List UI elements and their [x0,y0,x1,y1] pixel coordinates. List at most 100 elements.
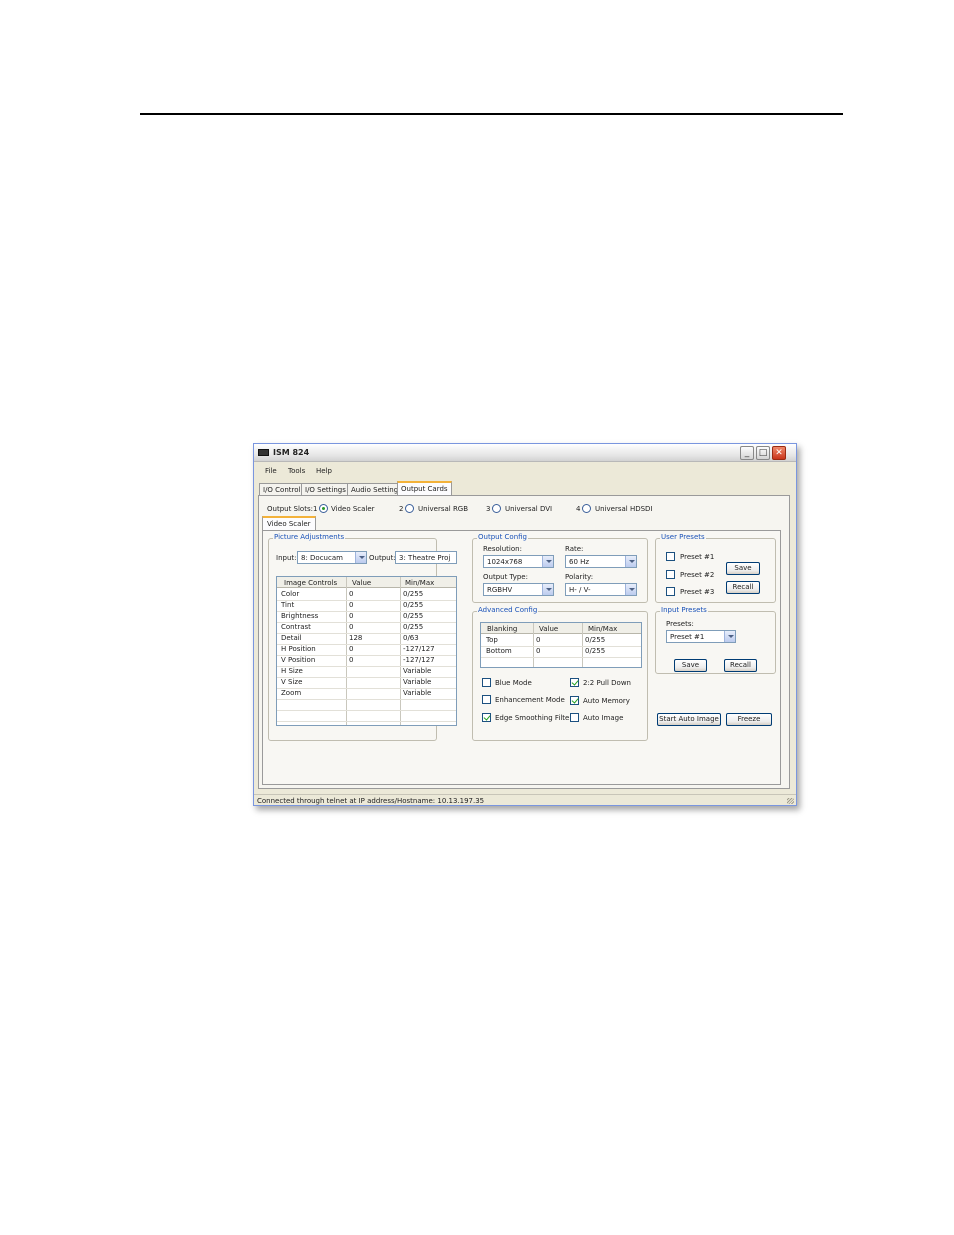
row-top-name: Top [486,636,498,644]
enhancement-mode-checkbox[interactable] [482,695,491,704]
row-tint-value[interactable]: 0 [349,601,353,609]
row-detail-value[interactable]: 128 [349,634,362,642]
row-top-value[interactable]: 0 [536,636,540,644]
menu-tools[interactable]: Tools [288,467,305,475]
column-header-min-max: Min/Max [405,579,435,587]
user-presets-recall-button[interactable]: Recall [726,581,760,594]
preset-2-checkbox[interactable] [666,570,675,579]
slot-1-radio[interactable] [319,504,328,513]
blue-mode-checkbox[interactable] [482,678,491,687]
output-type-select-value: RGBHV [487,586,513,594]
preset-1-label: Preset #1 [680,553,715,561]
slot-3-radio[interactable] [492,504,501,513]
tab-io-control[interactable]: I/O Control [259,483,305,495]
input-preset-select[interactable]: Preset #1 [666,630,736,643]
column-header-value: Value [539,625,559,633]
row-h-position-value[interactable]: 0 [349,645,353,653]
row-bottom-name: Bottom [486,647,512,655]
video-scaler-panel: Picture Adjustments Input: 8: Docucam Ou… [262,530,781,785]
row-h-size-name: H Size [281,667,303,675]
input-presets-title: Input Presets [660,606,708,614]
input-presets-group: Input Presets Presets: Preset #1 Save Re… [655,606,776,674]
ism824-window: ISM 824 _ □ ✕ File Tools Help I/O Contro… [253,443,797,806]
slot-2-radio[interactable] [405,504,414,513]
slot-1-number: 1 [313,505,318,513]
chevron-down-icon [724,631,735,642]
tab-video-scaler[interactable]: Video Scaler [262,516,316,530]
slot-3-number: 3 [486,505,491,513]
column-header-image-controls: Image Controls [284,579,338,587]
slot-4-label: Universal HDSDI [595,505,653,513]
rate-select-value: 60 Hz [569,558,590,566]
auto-image-checkbox[interactable] [570,713,579,722]
polarity-select-value: H- / V- [569,586,591,594]
output-field[interactable]: 3: Theatre Proj [395,551,457,564]
preset-3-label: Preset #3 [680,588,715,596]
resize-grip-icon[interactable] [787,798,794,804]
row-divider [277,710,456,711]
page-header-rule [140,113,843,115]
row-detail-range: 0/63 [403,634,419,642]
maximize-button[interactable]: □ [756,446,770,460]
row-color-value[interactable]: 0 [349,590,353,598]
preset-1-checkbox[interactable] [666,552,675,561]
output-slots-label: Output Slots: [267,505,313,513]
start-auto-image-button[interactable]: Start Auto Image [657,713,721,726]
preset-3-checkbox[interactable] [666,587,675,596]
tab-output-cards[interactable]: Output Cards [397,481,452,496]
row-top-range: 0/255 [585,636,606,644]
row-v-position-range: -127/127 [403,656,435,664]
row-color-range: 0/255 [403,590,424,598]
row-divider [277,699,456,700]
slot-2-label: Universal RGB [418,505,469,513]
input-presets-recall-button[interactable]: Recall [724,659,757,672]
row-contrast-value[interactable]: 0 [349,623,353,631]
auto-image-label: Auto Image [583,714,624,722]
row-v-position-value[interactable]: 0 [349,656,353,664]
pull-down-checkbox[interactable] [570,678,579,687]
pull-down-label: 2:2 Pull Down [583,679,631,687]
row-contrast-range: 0/255 [403,623,424,631]
menu-bar: File Tools Help [254,463,796,478]
advanced-config-group: Advanced Config Blanking Value Min/Max T… [472,606,648,741]
column-header-blanking: Blanking [487,625,518,633]
row-h-position-range: -127/127 [403,645,435,653]
row-v-size-name: V Size [281,678,303,686]
blanking-grid: Blanking Value Min/Max Top 0 0/255 Botto… [480,622,642,668]
output-type-select[interactable]: RGBHV [483,583,554,596]
freeze-button[interactable]: Freeze [726,713,772,726]
image-controls-grid: Image Controls Value Min/Max Color 0 0/2… [276,576,457,726]
row-detail-name: Detail [281,634,302,642]
row-brightness-value[interactable]: 0 [349,612,353,620]
menu-help[interactable]: Help [316,467,332,475]
rate-label: Rate: [565,545,584,553]
row-divider [277,633,456,634]
tab-io-settings[interactable]: I/O Settings [301,483,350,495]
row-bottom-value[interactable]: 0 [536,647,540,655]
row-color-name: Color [281,590,300,598]
minimize-button[interactable]: _ [740,446,754,460]
close-button[interactable]: ✕ [772,446,786,460]
menu-file[interactable]: File [265,467,277,475]
title-bar[interactable]: ISM 824 _ □ ✕ [254,444,796,462]
input-select[interactable]: 8: Docucam [297,551,367,564]
input-select-value: 8: Docucam [301,554,343,562]
output-label: Output: [369,554,396,562]
maximize-icon: □ [758,448,768,458]
user-presets-group: User Presets Preset #1 Preset #2 Preset … [655,533,776,603]
edge-smoothing-checkbox[interactable] [482,713,491,722]
input-label: Input: [276,554,297,562]
user-presets-save-button[interactable]: Save [726,562,760,575]
chevron-down-icon [625,556,636,567]
row-divider [481,657,641,658]
slot-4-radio[interactable] [582,504,591,513]
resolution-select[interactable]: 1024x768 [483,555,554,568]
picture-adjustments-title: Picture Adjustments [273,533,346,541]
window-title: ISM 824 [273,448,310,457]
row-h-position-name: H Position [281,645,316,653]
rate-select[interactable]: 60 Hz [565,555,637,568]
input-presets-save-button[interactable]: Save [674,659,707,672]
polarity-select[interactable]: H- / V- [565,583,637,596]
auto-memory-checkbox[interactable] [570,696,579,705]
row-divider [277,721,456,722]
